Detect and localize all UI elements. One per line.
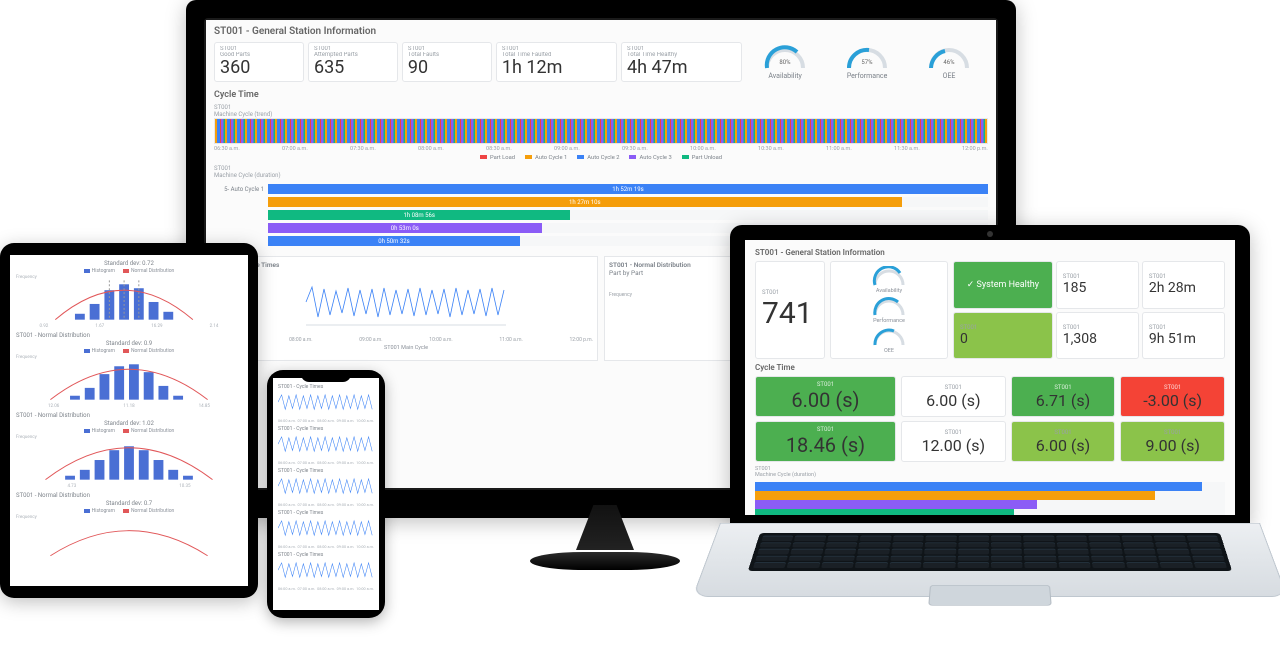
stat-card[interactable]: ST0012h 28m xyxy=(1142,261,1225,309)
tablet-screen[interactable]: Standard dev: 0.72 HistogramNormal Distr… xyxy=(10,255,248,586)
cycle-tile[interactable]: ST00118.46 (s) xyxy=(755,421,896,462)
kpi-row: ST001 Good Parts 360 ST001 Attempted Par… xyxy=(214,42,988,82)
stat-card[interactable]: ST001185 xyxy=(1056,261,1139,309)
svg-text:46%: 46% xyxy=(943,59,955,66)
cycle-tile[interactable]: ST0016.00 (s) xyxy=(901,376,1006,417)
laptop-screen[interactable]: ST001 - General Station Information ST00… xyxy=(745,240,1235,515)
cycle-time-heading: Cycle Time xyxy=(755,363,1225,372)
dist-block-2[interactable]: Standard dev: 1.02 HistogramNormal Distr… xyxy=(16,420,242,489)
cycle-duration-label: ST001 Machine Cycle (duration) xyxy=(214,165,988,179)
kpi-good-parts[interactable]: ST001 Good Parts 360 xyxy=(214,42,304,82)
notch-icon xyxy=(301,370,351,382)
cycle-mini-0[interactable]: ST001 - Cycle Times 06:00 a.m.07:00 a.m.… xyxy=(278,384,374,423)
kpi-attempted-parts[interactable]: ST001 Attempted Parts 635 xyxy=(308,42,398,82)
stat-card[interactable]: ST0011,308 xyxy=(1056,312,1139,360)
stat-card[interactable]: ST0019h 51m xyxy=(1142,312,1225,360)
cycle-mini-2[interactable]: ST001 - Cycle Times 06:00 a.m.07:00 a.m.… xyxy=(278,468,374,507)
gauge-oee: OEE xyxy=(872,326,906,354)
cycle-axis: 06:30 a.m.07:00 a.m.07:30 a.m.08:00 a.m.… xyxy=(214,146,988,152)
cycle-mini-4[interactable]: ST001 - Cycle Times 06:00 a.m.07:00 a.m.… xyxy=(278,552,374,591)
gauge-availability: Availability xyxy=(872,266,906,294)
keyboard-icon xyxy=(748,533,1232,571)
kpi-row: ST001 741 Availability Performance OEE ✓… xyxy=(755,261,1225,359)
duration-bars[interactable] xyxy=(755,482,1225,515)
cycle-duration-label: ST001 Machine Cycle (duration) xyxy=(755,466,1225,478)
laptop-dashboard: ST001 - General Station Information ST00… xyxy=(745,240,1235,515)
cycle-tile[interactable]: ST001-3.00 (s) xyxy=(1120,376,1225,417)
camera-icon xyxy=(987,231,993,237)
phone-dashboard: ST001 - Cycle Times 06:00 a.m.07:00 a.m.… xyxy=(273,378,379,600)
dist-block-3[interactable]: Standard dev: 0.7 HistogramNormal Distri… xyxy=(16,500,242,564)
dist-heading: ST001 - Normal Distribution xyxy=(16,492,242,499)
cycle-tile[interactable]: ST0016.00 (s) xyxy=(1011,421,1116,462)
laptop: ST001 - General Station Information ST00… xyxy=(720,225,1260,625)
cycle-tile[interactable]: ST0016.71 (s) xyxy=(1011,376,1116,417)
dist-block-1[interactable]: Standard dev: 0.9 HistogramNormal Distri… xyxy=(16,340,242,409)
cycle-tile[interactable]: ST0016.00 (s) xyxy=(755,376,896,417)
tablet: Standard dev: 0.72 HistogramNormal Distr… xyxy=(0,243,258,598)
gauge-performance: Performance xyxy=(872,296,906,324)
dist-heading: ST001 - Normal Distribution xyxy=(16,332,242,339)
laptop-base xyxy=(720,523,1260,623)
svg-text:57%: 57% xyxy=(861,59,873,66)
device-mockup-stage: ST001 - General Station Information ST00… xyxy=(0,0,1280,664)
cycle-mini-1[interactable]: ST001 - Cycle Times 06:00 a.m.07:00 a.m.… xyxy=(278,426,374,465)
phone-screen[interactable]: ST001 - Cycle Times 06:00 a.m.07:00 a.m.… xyxy=(273,378,379,610)
page-title: ST001 - General Station Information xyxy=(755,248,1225,257)
gauge-availability[interactable]: 80% Availability xyxy=(746,42,824,82)
line-chart-icon xyxy=(219,277,593,332)
trackpad-icon xyxy=(928,585,1051,606)
dist-block-0[interactable]: Standard dev: 0.72 HistogramNormal Distr… xyxy=(16,260,242,329)
gauge-performance[interactable]: 57% Performance xyxy=(828,42,906,82)
cycle-legend: Part Load Auto Cycle 1 Auto Cycle 2 Auto… xyxy=(214,155,988,161)
phone: ST001 - Cycle Times 06:00 a.m.07:00 a.m.… xyxy=(267,370,385,618)
dist-heading: ST001 - Normal Distribution xyxy=(16,412,242,419)
tiles-row-2: ST00118.46 (s) ST00112.00 (s) ST0016.00 … xyxy=(755,421,1225,462)
kpi-count[interactable]: ST001 741 xyxy=(755,261,825,359)
kpi-time-faulted[interactable]: ST001 Total Time Faulted 1h 12m xyxy=(496,42,617,82)
tiles-row-1: ST0016.00 (s) ST0016.00 (s) ST0016.71 (s… xyxy=(755,376,1225,417)
kpi-total-faults[interactable]: ST001 Total Faults 90 xyxy=(402,42,492,82)
svg-text:80%: 80% xyxy=(780,59,792,66)
cycle-barcode-chart[interactable] xyxy=(214,118,988,144)
stat-card[interactable]: ST0010 xyxy=(953,312,1053,360)
gauge-group[interactable]: Availability Performance OEE xyxy=(830,261,948,359)
tablet-dashboard: Standard dev: 0.72 HistogramNormal Distr… xyxy=(10,255,248,572)
status-system-healthy[interactable]: ✓ System Healthy xyxy=(953,261,1053,309)
cycle-tile[interactable]: ST0019.00 (s) xyxy=(1120,421,1225,462)
kpi-time-healthy[interactable]: ST001 Total Time Healthy 4h 47m xyxy=(621,42,742,82)
cycle-times-subplot[interactable]: ST001 - Cycle TimesPart by Part 07:00 a.… xyxy=(214,256,598,361)
cycle-trend-label: ST001 Machine Cycle (trend) xyxy=(214,104,988,118)
cycle-time-heading: Cycle Time xyxy=(214,90,988,100)
gauge-oee[interactable]: 46% OEE xyxy=(910,42,988,82)
cycle-mini-3[interactable]: ST001 - Cycle Times 06:00 a.m.07:00 a.m.… xyxy=(278,510,374,549)
cycle-tile[interactable]: ST00112.00 (s) xyxy=(901,421,1006,462)
monitor-stand xyxy=(530,505,680,570)
page-title: ST001 - General Station Information xyxy=(214,26,988,37)
